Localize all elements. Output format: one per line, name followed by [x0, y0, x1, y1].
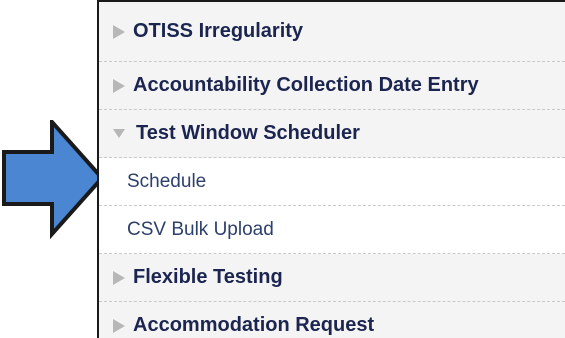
menu-item-schedule[interactable]: Schedule	[99, 158, 565, 206]
menu-item-label: CSV Bulk Upload	[127, 218, 274, 240]
navigation-menu: OTISS Irregularity Accountability Collec…	[97, 0, 565, 338]
menu-section-accommodation-request[interactable]: Accommodation Request	[99, 302, 565, 338]
menu-section-otiss-irregularity[interactable]: OTISS Irregularity	[99, 2, 565, 62]
expand-triangle-icon	[113, 78, 125, 93]
menu-section-test-window-scheduler[interactable]: Test Window Scheduler	[99, 110, 565, 158]
menu-item-csv-bulk-upload[interactable]: CSV Bulk Upload	[99, 206, 565, 254]
menu-section-label: Accommodation Request	[133, 314, 375, 336]
menu-section-label: OTISS Irregularity	[133, 20, 304, 42]
menu-section-label: Flexible Testing	[133, 266, 283, 288]
menu-section-label: Test Window Scheduler	[136, 122, 360, 144]
menu-item-label: Schedule	[127, 170, 207, 192]
menu-section-accountability-collection-date-entry[interactable]: Accountability Collection Date Entry	[99, 62, 565, 110]
collapse-triangle-icon	[113, 129, 125, 138]
expand-triangle-icon	[113, 24, 125, 39]
menu-section-flexible-testing[interactable]: Flexible Testing	[99, 254, 565, 302]
menu-section-label: Accountability Collection Date Entry	[133, 74, 479, 96]
expand-triangle-icon	[113, 318, 125, 333]
right-arrow-icon	[2, 120, 105, 240]
expand-triangle-icon	[113, 270, 125, 285]
